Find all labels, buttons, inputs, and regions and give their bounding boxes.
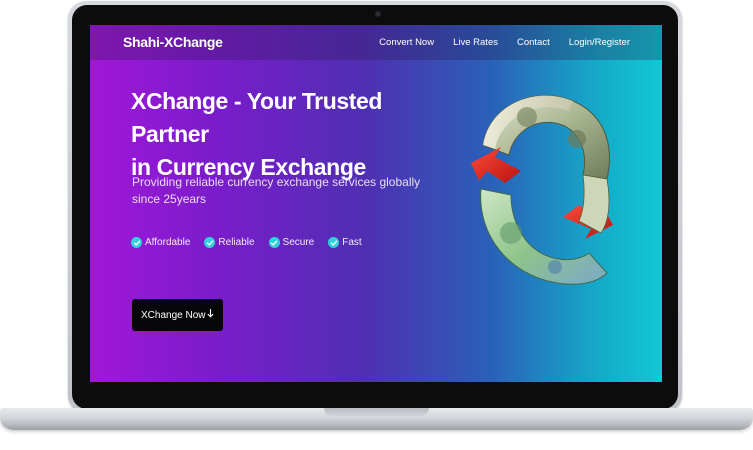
currency-exchange-illustration	[465, 83, 620, 308]
arrow-down-icon	[207, 308, 214, 321]
cta-label: XChange Now	[141, 309, 206, 321]
camera-icon	[375, 11, 381, 17]
navbar: Shahi-XChange Convert Now Live Rates Con…	[90, 25, 662, 60]
feature-label: Reliable	[218, 237, 255, 248]
check-circle-icon	[204, 237, 216, 248]
feature-item: Fast	[328, 237, 362, 248]
feature-list: Affordable Reliable Secure Fast	[131, 237, 362, 248]
laptop-screen: Shahi-XChange Convert Now Live Rates Con…	[90, 25, 662, 382]
xchange-now-button[interactable]: XChange Now	[132, 299, 224, 331]
brand-logo[interactable]: Shahi-XChange	[123, 34, 223, 50]
hero-subtitle: Providing reliable currency exchange ser…	[132, 175, 421, 206]
feature-item: Reliable	[204, 237, 255, 248]
laptop-notch	[324, 408, 429, 416]
feature-label: Fast	[342, 237, 362, 248]
nav-link-live-rates[interactable]: Live Rates	[453, 37, 498, 48]
nav-link-convert-now[interactable]: Convert Now	[379, 37, 434, 48]
feature-item: Affordable	[131, 237, 190, 248]
check-circle-icon	[131, 237, 142, 248]
nav-links: Convert Now Live Rates Contact Login/Reg…	[379, 37, 630, 48]
hero-title-line-1: XChange - Your Trusted Partner	[131, 88, 383, 147]
feature-item: Secure	[268, 237, 315, 248]
feature-label: Affordable	[145, 237, 191, 248]
nav-link-login-register[interactable]: Login/Register	[569, 37, 630, 48]
laptop-mockup: Shahi-XChange Convert Now Live Rates Con…	[0, 0, 753, 450]
hero-title: XChange - Your Trusted Partner in Curren…	[131, 85, 441, 184]
nav-link-contact[interactable]: Contact	[517, 37, 550, 48]
check-circle-icon	[268, 237, 280, 248]
check-circle-icon	[328, 237, 340, 248]
feature-label: Secure	[282, 237, 315, 248]
